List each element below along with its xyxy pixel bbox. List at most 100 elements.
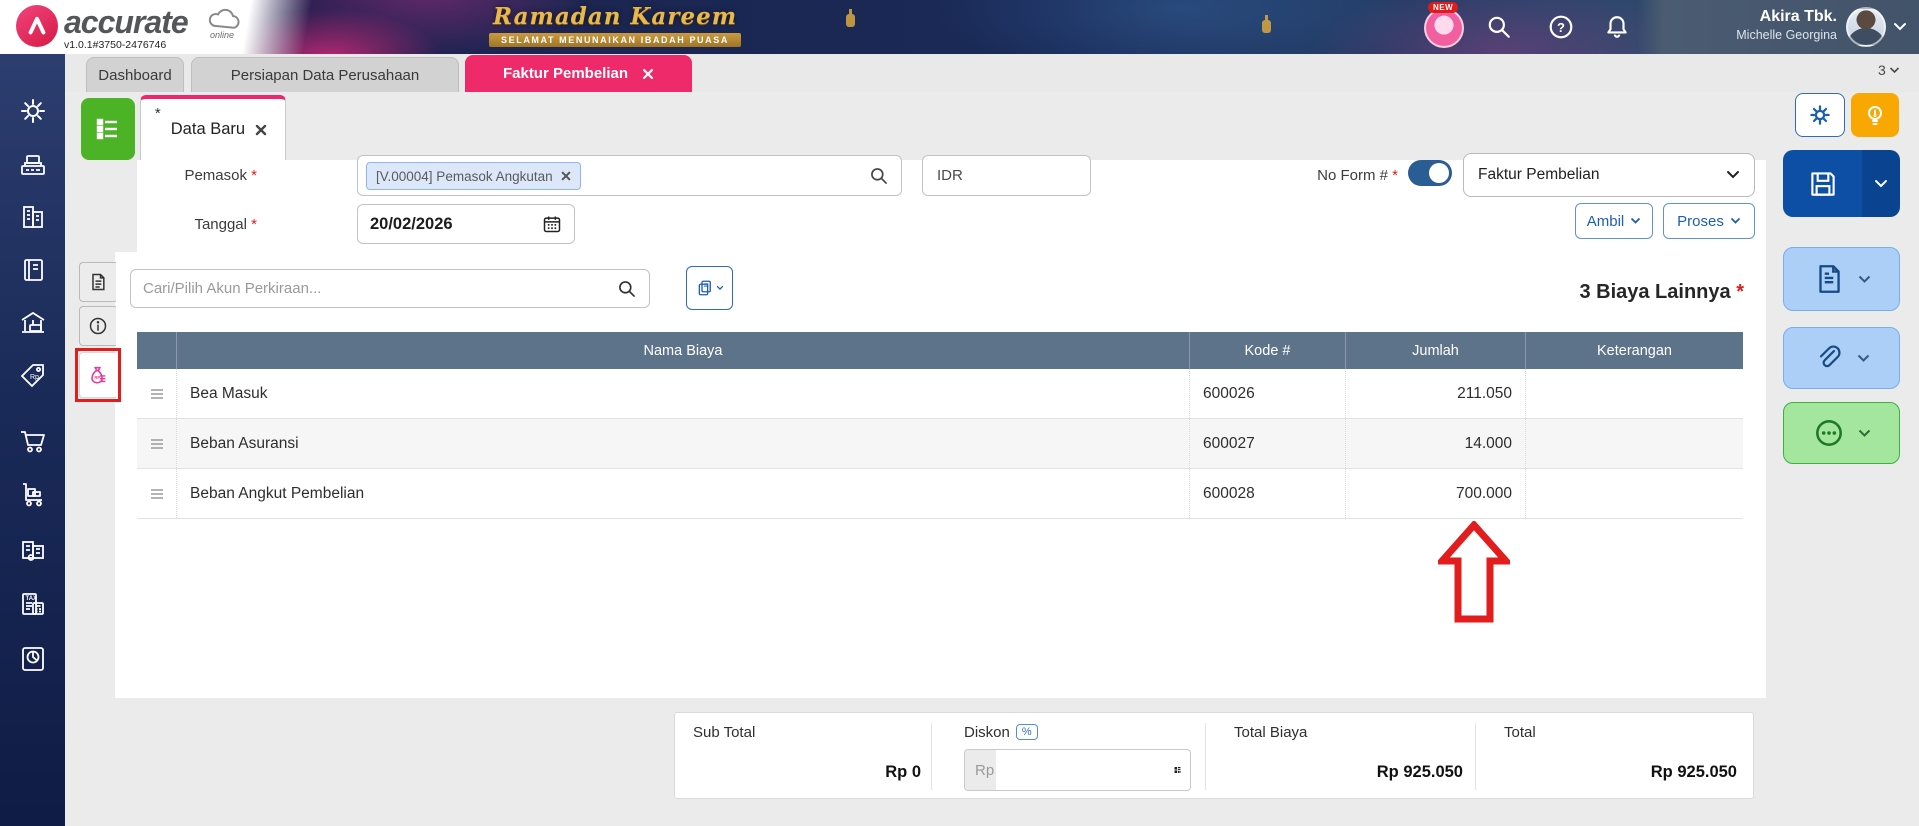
detail-tab-info[interactable]: [79, 306, 116, 346]
sidebar-company-icon[interactable]: [14, 198, 51, 235]
cell-nama[interactable]: Beban Angkut Pembelian: [177, 469, 1190, 518]
ambil-label: Ambil: [1586, 212, 1625, 230]
sidebar-cash-register-icon[interactable]: [14, 145, 51, 182]
save-split-button[interactable]: [1783, 150, 1900, 217]
tab-data-baru[interactable]: * Data Baru: [140, 95, 286, 160]
sidebar-tax-icon[interactable]: TAX: [14, 586, 51, 623]
tab-faktur-pembelian[interactable]: Faktur Pembelian: [465, 55, 692, 92]
chevron-down-icon: [1727, 171, 1739, 179]
dirty-marker: *: [154, 105, 161, 122]
form-settings-button[interactable]: [1795, 93, 1845, 137]
drag-handle-icon[interactable]: [137, 369, 177, 418]
drag-handle-icon[interactable]: [137, 419, 177, 468]
search-icon[interactable]: [617, 279, 637, 299]
sidebar-report-icon[interactable]: [14, 640, 51, 677]
sidebar-price-tag-rp-icon[interactable]: Rp: [14, 357, 51, 394]
pemasok-chip[interactable]: [V.00004] Pemasok Angkutan: [366, 162, 581, 190]
app-version: v1.0.1#3750-2476746: [64, 39, 167, 51]
chevron-down-icon: [1858, 275, 1871, 283]
handle-column-header: [137, 332, 177, 369]
cell-kode[interactable]: 600028: [1190, 469, 1346, 518]
user-menu-chevron-icon[interactable]: [1893, 21, 1907, 33]
total-biaya-label: Total Biaya: [1234, 724, 1308, 741]
annotation-arrow-icon: [1438, 521, 1510, 623]
sidebar-journal-book-icon[interactable]: [14, 251, 51, 288]
calendar-icon[interactable]: [542, 214, 562, 234]
user-name: Michelle Georgina: [1736, 28, 1837, 42]
document-icon: [1819, 265, 1840, 293]
proses-button[interactable]: Proses: [1663, 203, 1755, 239]
chevron-down-icon: [1875, 179, 1887, 187]
help-icon[interactable]: ?: [1548, 14, 1574, 40]
pemasok-field[interactable]: [V.00004] Pemasok Angkutan: [357, 155, 902, 196]
cell-jumlah[interactable]: 211.050: [1346, 369, 1526, 418]
cell-kode[interactable]: 600026: [1190, 369, 1346, 418]
cell-keterangan[interactable]: [1526, 419, 1743, 468]
akun-search-input[interactable]: [143, 280, 617, 297]
chevron-down-icon: [1889, 66, 1899, 73]
search-icon[interactable]: [869, 166, 889, 186]
save-options-button[interactable]: [1862, 150, 1900, 217]
table-row[interactable]: Beban Asuransi 600027 14.000: [137, 419, 1743, 469]
divider: [1475, 723, 1476, 790]
cell-nama[interactable]: Bea Masuk: [177, 369, 1190, 418]
calculator-icon[interactable]: [1173, 761, 1182, 779]
new-badge: NEW: [1428, 2, 1459, 13]
tab-dashboard[interactable]: Dashboard: [86, 57, 184, 92]
cell-keterangan[interactable]: [1526, 469, 1743, 518]
sidebar-bank-cash-icon[interactable]: [14, 304, 51, 341]
save-floppy-icon: [1810, 171, 1835, 196]
table-row[interactable]: Bea Masuk 600026 211.050: [137, 369, 1743, 419]
list-icon: [96, 118, 117, 140]
notifications-bell-icon[interactable]: [1604, 14, 1630, 40]
total-label: Total: [1504, 724, 1536, 741]
diskon-input[interactable]: [996, 750, 1173, 790]
cell-jumlah[interactable]: 14.000: [1346, 419, 1526, 468]
whats-new-avatar[interactable]: [1424, 8, 1464, 48]
detail-tab-document[interactable]: [79, 262, 116, 302]
tanggal-field[interactable]: 20/02/2026: [357, 204, 575, 244]
sidebar-inventory-trolley-icon[interactable]: [14, 476, 51, 513]
ambil-button[interactable]: Ambil: [1575, 203, 1653, 239]
column-header-jumlah[interactable]: Jumlah: [1346, 332, 1526, 369]
sub-total-value: Rp 0: [885, 763, 921, 781]
sidebar-fixed-asset-icon[interactable]: [14, 531, 51, 568]
global-search-icon[interactable]: [1486, 14, 1512, 40]
cell-keterangan[interactable]: [1526, 369, 1743, 418]
cell-kode[interactable]: 600027: [1190, 419, 1346, 468]
tips-button[interactable]: [1851, 93, 1899, 137]
attachments-button[interactable]: [1783, 327, 1900, 389]
sidebar-purchase-cart-icon[interactable]: [14, 422, 51, 459]
doc-type-select[interactable]: Faktur Pembelian: [1463, 153, 1755, 197]
akun-search-field[interactable]: [130, 269, 650, 308]
svg-text:TAX: TAX: [25, 596, 37, 602]
close-icon[interactable]: [255, 124, 267, 136]
diskon-field[interactable]: Rp: [964, 749, 1191, 791]
no-form-label: No Form # *: [1317, 167, 1398, 184]
tab-persiapan-data-perusahaan[interactable]: Persiapan Data Perusahaan: [191, 57, 459, 92]
save-button[interactable]: [1783, 150, 1862, 217]
user-avatar[interactable]: [1846, 7, 1886, 47]
close-icon[interactable]: [642, 68, 654, 80]
drag-handle-icon[interactable]: [137, 469, 177, 518]
total-biaya-value: Rp 925.050: [1376, 763, 1463, 781]
diskon-currency-prefix: Rp: [965, 750, 996, 790]
no-form-toggle[interactable]: [1408, 160, 1452, 186]
percent-badge[interactable]: %: [1015, 724, 1038, 740]
column-header-keterangan[interactable]: Keterangan: [1526, 332, 1743, 369]
sidebar-settings-gear-icon[interactable]: [14, 92, 51, 129]
remove-chip-icon[interactable]: [561, 171, 571, 181]
more-actions-button[interactable]: [1783, 402, 1900, 464]
table-row[interactable]: Beban Angkut Pembelian 600028 700.000: [137, 469, 1743, 519]
tab-overflow-count[interactable]: 3: [1878, 62, 1900, 78]
column-header-nama-biaya[interactable]: Nama Biaya: [177, 332, 1190, 369]
print-document-button[interactable]: [1783, 247, 1900, 311]
diskon-label: Diskon%: [964, 724, 1038, 742]
required-marker: *: [251, 216, 257, 233]
column-header-kode[interactable]: Kode #: [1190, 332, 1346, 369]
copy-rows-button[interactable]: [686, 266, 733, 310]
list-view-button[interactable]: [81, 98, 135, 160]
cell-jumlah[interactable]: 700.000: [1346, 469, 1526, 518]
cell-nama[interactable]: Beban Asuransi: [177, 419, 1190, 468]
currency-field[interactable]: IDR: [922, 155, 1091, 196]
